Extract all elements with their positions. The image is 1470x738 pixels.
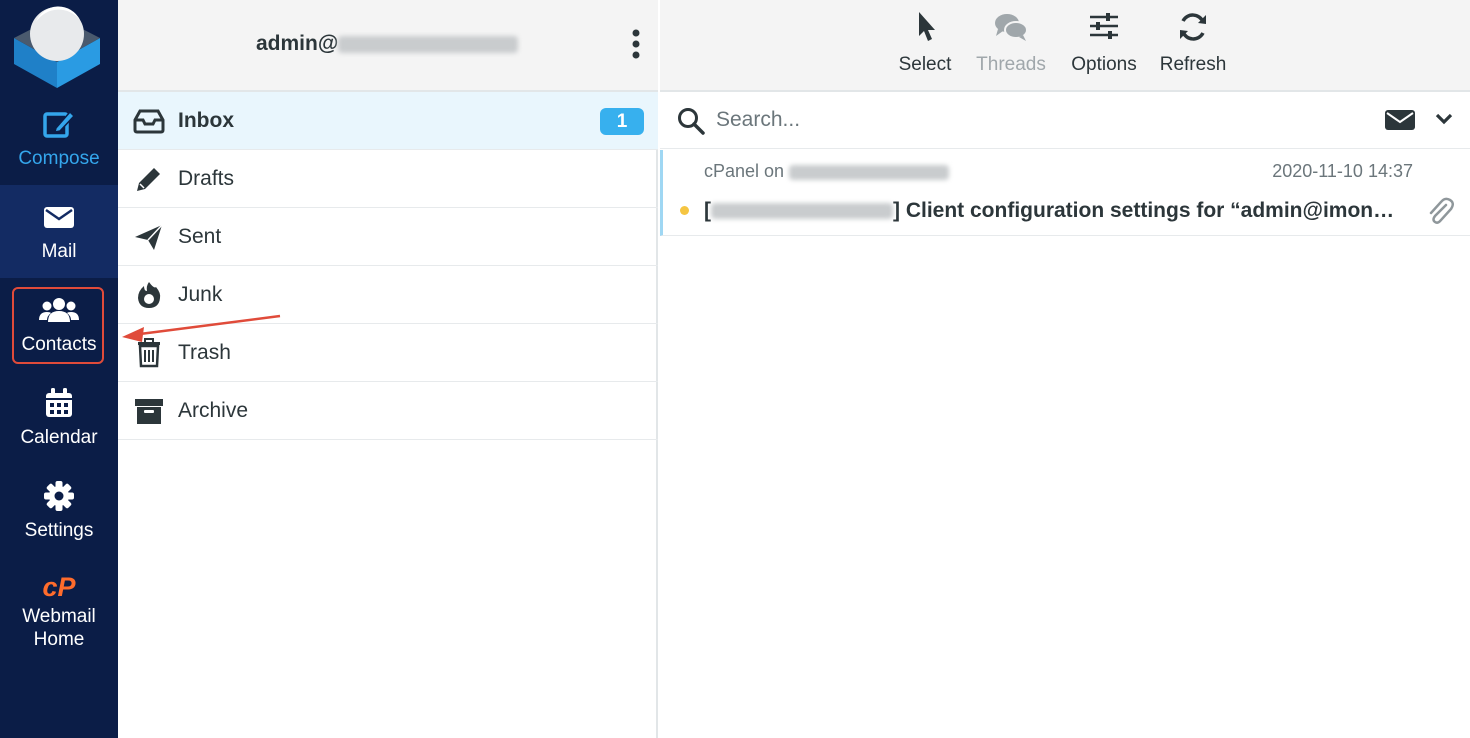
- unread-count-badge: 1: [600, 108, 644, 135]
- compose-icon: [0, 108, 118, 140]
- nav-webmail-home[interactable]: cP Webmail Home: [0, 557, 118, 677]
- message-pane: Select Threads Options Refresh Search...…: [660, 0, 1470, 738]
- nav-compose-label: Compose: [18, 148, 100, 169]
- archive-box-icon: [132, 396, 166, 426]
- nav-home-line1: Webmail: [22, 606, 96, 627]
- folder-archive[interactable]: Archive: [118, 382, 658, 440]
- folder-junk[interactable]: Junk: [118, 266, 658, 324]
- chevron-down-icon[interactable]: [1434, 111, 1454, 132]
- select-button[interactable]: Select: [892, 10, 958, 80]
- folder-label: Drafts: [178, 167, 235, 190]
- nav-home-line2: Home: [33, 629, 85, 650]
- account-domain-redacted: [338, 35, 519, 53]
- search-input[interactable]: [716, 104, 1336, 136]
- nav-calendar-label: Calendar: [20, 427, 98, 448]
- nav-contacts[interactable]: Contacts: [0, 278, 118, 371]
- folder-sent[interactable]: Sent: [118, 208, 658, 266]
- users-icon: [0, 294, 118, 326]
- folder-label: Sent: [178, 225, 222, 248]
- account-email: admin@: [256, 31, 519, 57]
- nav-webmail-home-label: Webmail Home: [0, 605, 118, 651]
- folder-label: Trash: [178, 341, 231, 364]
- subject-text: ] Client configuration settings for “adm…: [893, 199, 1404, 222]
- unread-dot: [680, 206, 689, 215]
- inbox-icon: [132, 106, 166, 136]
- envelope-filter-icon[interactable]: [1384, 108, 1416, 137]
- paperclip-icon: [1426, 196, 1454, 231]
- folder-label: Inbox: [178, 109, 234, 132]
- threads-button[interactable]: Threads: [972, 10, 1050, 80]
- folder-inbox[interactable]: Inbox 1: [118, 92, 658, 150]
- options-label: Options: [1071, 54, 1137, 75]
- app-nav: Compose Mail Contacts Calendar Settings …: [0, 0, 118, 738]
- gear-icon: [0, 480, 118, 512]
- calendar-icon: [0, 387, 118, 419]
- sliders-icon: [1064, 10, 1144, 46]
- refresh-button[interactable]: Refresh: [1156, 10, 1230, 80]
- nav-settings-label: Settings: [24, 520, 94, 541]
- account-email-prefix: admin@: [256, 32, 339, 55]
- nav-settings[interactable]: Settings: [0, 464, 118, 557]
- subject-domain-redacted: [711, 203, 893, 220]
- search-bar: [660, 92, 1470, 149]
- cpanel-icon: cP: [0, 571, 118, 603]
- nav-calendar[interactable]: Calendar: [0, 371, 118, 464]
- threads-label: Threads: [976, 54, 1046, 75]
- subject-bracket: [: [704, 199, 711, 222]
- folder-label: Archive: [178, 399, 249, 422]
- message-sender-redacted: [789, 164, 950, 180]
- nav-mail[interactable]: Mail: [0, 185, 118, 278]
- message-date: 2020-11-10 14:37: [1272, 161, 1413, 181]
- nav-contacts-label: Contacts: [21, 334, 97, 355]
- folder-label: Junk: [178, 283, 223, 306]
- message-sender-prefix: cPanel on: [704, 161, 785, 181]
- folder-trash[interactable]: Trash: [118, 324, 658, 382]
- message-subject: [ ] Client configuration settings for “ad…: [704, 198, 1404, 224]
- refresh-icon: [1156, 10, 1230, 46]
- folder-drafts[interactable]: Drafts: [118, 150, 658, 208]
- message-list-item[interactable]: cPanel on 2020-11-10 14:37 [ ] Client con…: [660, 150, 1470, 236]
- threads-icon: [972, 10, 1050, 46]
- trash-icon: [132, 338, 166, 368]
- svg-text:cP: cP: [42, 572, 76, 601]
- message-toolbar: Select Threads Options Refresh: [660, 0, 1470, 92]
- cursor-icon: [892, 10, 958, 46]
- paper-plane-icon: [132, 222, 166, 252]
- select-label: Select: [898, 54, 952, 75]
- nav-mail-label: Mail: [41, 241, 77, 262]
- refresh-label: Refresh: [1159, 54, 1227, 75]
- kebab-menu-icon[interactable]: [626, 28, 646, 62]
- nav-compose[interactable]: Compose: [0, 92, 118, 185]
- options-button[interactable]: Options: [1064, 10, 1144, 80]
- folder-header: admin@: [118, 0, 658, 92]
- fire-icon: [132, 280, 166, 310]
- search-icon[interactable]: [676, 106, 706, 141]
- pencil-icon: [132, 164, 166, 194]
- message-sender: cPanel on: [704, 160, 950, 182]
- folder-pane: admin@ Inbox 1 Drafts Sent Junk Trash Ar…: [118, 0, 658, 738]
- envelope-icon: [0, 201, 118, 233]
- roundcube-logo[interactable]: [0, 0, 118, 92]
